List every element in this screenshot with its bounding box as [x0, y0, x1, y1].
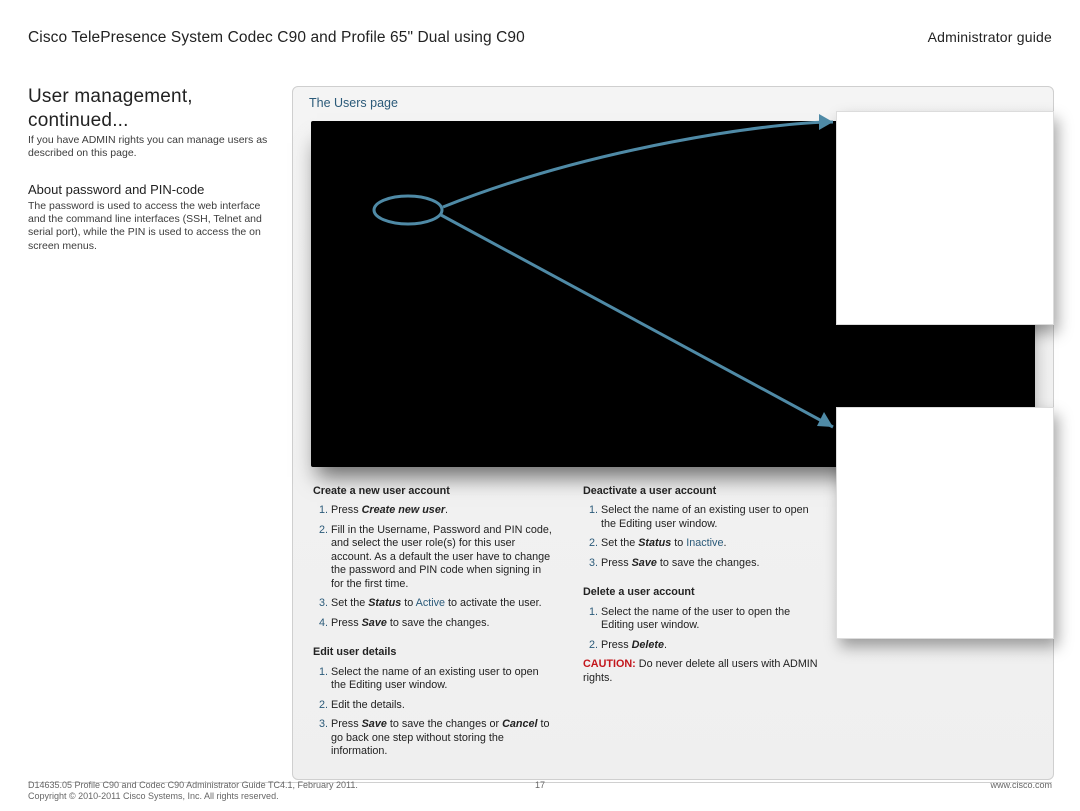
- instructions-col-2: Deactivate a user account Select the nam…: [583, 485, 823, 765]
- about-heading: About password and PIN-code: [28, 182, 270, 198]
- footer-copyright: Copyright © 2010-2011 Cisco Systems, Inc…: [28, 791, 358, 802]
- create-heading: Create a new user account: [313, 485, 553, 498]
- deact-step-1: Select the name of an existing user to o…: [601, 504, 823, 531]
- footer-page-number: 17: [535, 780, 545, 791]
- footer-docid: D14635.05 Profile C90 and Codec C90 Admi…: [28, 780, 358, 791]
- deactivate-steps: Select the name of an existing user to o…: [583, 504, 823, 570]
- footer-left: D14635.05 Profile C90 and Codec C90 Admi…: [28, 780, 358, 803]
- create-steps: Press Create new user. Fill in the Usern…: [313, 504, 553, 630]
- guide-label: Administrator guide: [928, 29, 1052, 47]
- deact-step-3: Press Save to save the changes.: [601, 557, 823, 570]
- edit-step-3: Press Save to save the changes or Cancel…: [331, 718, 553, 758]
- about-body: The password is used to access the web i…: [28, 200, 270, 253]
- create-step-3: Set the Status to Active to activate the…: [331, 597, 553, 610]
- section-title-line2: continued...: [28, 110, 270, 132]
- callout-box-1: [836, 111, 1054, 325]
- create-step-2: Fill in the Username, Password and PIN c…: [331, 524, 553, 591]
- deact-step-2: Set the Status to Inactive.: [601, 537, 823, 550]
- users-page-panel: The Users page Create a new user account…: [292, 86, 1054, 780]
- product-title: Cisco TelePresence System Codec C90 and …: [28, 28, 525, 47]
- deactivate-heading: Deactivate a user account: [583, 485, 823, 498]
- edit-heading: Edit user details: [313, 646, 553, 659]
- create-step-1: Press Create new user.: [331, 504, 553, 517]
- section-intro: If you have ADMIN rights you can manage …: [28, 134, 270, 160]
- edit-step-2: Edit the details.: [331, 699, 553, 712]
- page-header: Cisco TelePresence System Codec C90 and …: [28, 28, 1052, 46]
- panel-title: The Users page: [309, 96, 398, 112]
- instructions-col-1: Create a new user account Press Create n…: [313, 485, 553, 765]
- delete-step-2: Press Delete.: [601, 639, 823, 652]
- delete-steps: Select the name of the user to open the …: [583, 606, 823, 652]
- delete-step-1: Select the name of the user to open the …: [601, 606, 823, 633]
- create-step-4: Press Save to save the changes.: [331, 617, 553, 630]
- edit-step-1: Select the name of an existing user to o…: [331, 666, 553, 693]
- page-footer: D14635.05 Profile C90 and Codec C90 Admi…: [28, 780, 1052, 803]
- edit-steps: Select the name of an existing user to o…: [313, 666, 553, 759]
- footer-url: www.cisco.com: [990, 780, 1052, 803]
- caution-note: CAUTION: Do never delete all users with …: [583, 658, 823, 685]
- instructions-area: Create a new user account Press Create n…: [313, 485, 1033, 765]
- section-title-line1: User management,: [28, 86, 270, 108]
- left-column: User management, continued... If you hav…: [28, 86, 270, 253]
- delete-heading: Delete a user account: [583, 586, 823, 599]
